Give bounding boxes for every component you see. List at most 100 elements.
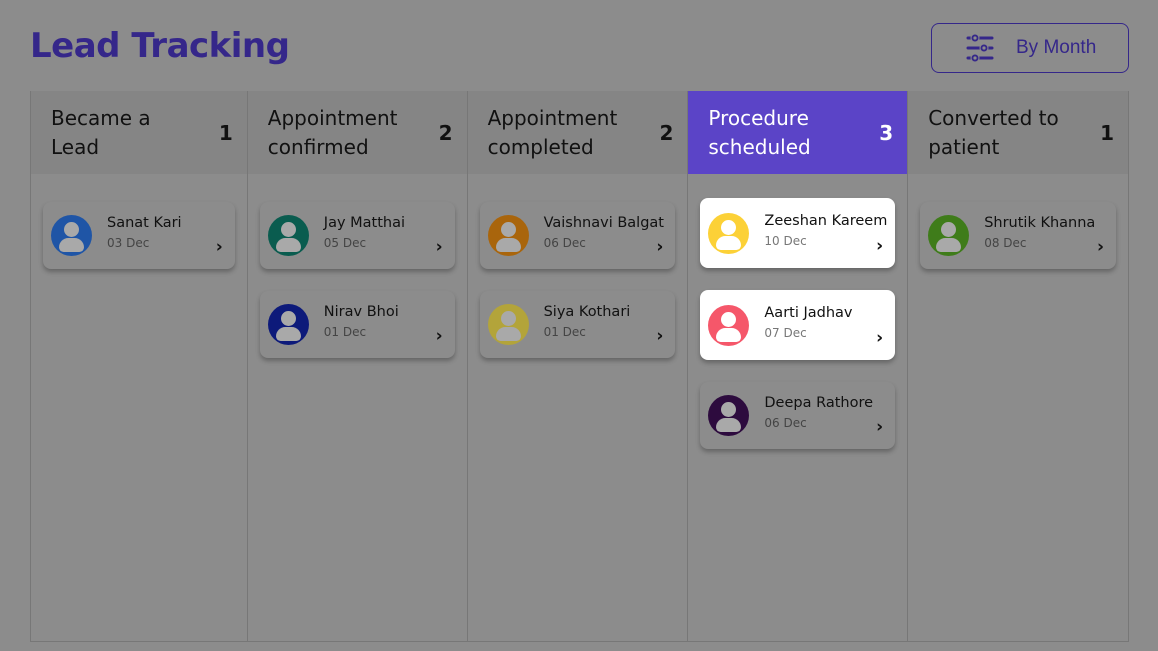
avatar-body (275, 327, 301, 341)
column-appointment-completed: Appointment completed 2 Vaishnavi Balgat 06… (467, 91, 689, 641)
chevron-right-icon[interactable]: › (876, 236, 883, 256)
lead-card[interactable]: Sanat Kari 03 Dec › (43, 202, 235, 269)
lead-card[interactable]: Zeeshan Kareem 10 Dec › (700, 198, 896, 268)
filter-by-month-button[interactable]: By Month (931, 23, 1129, 73)
avatar-head (721, 402, 737, 417)
avatar-body (936, 238, 962, 252)
lead-name: Siya Kothari (543, 304, 631, 320)
lead-name: Jay Matthai (323, 215, 406, 231)
card-list: Sanat Kari 03 Dec › (31, 174, 247, 269)
avatar-body (716, 235, 742, 250)
chevron-right-icon[interactable]: › (656, 237, 663, 257)
avatar-user-icon (708, 212, 750, 254)
chevron-right-icon[interactable]: › (876, 328, 883, 348)
lead-info: Deepa Rathore 06 Dec (764, 395, 873, 430)
card-list: Vaishnavi Balgat 06 Dec › Siya Kothari 01 De… (468, 174, 688, 358)
avatar-body (59, 238, 84, 252)
lead-card[interactable]: Siya Kothari 01 Dec › (479, 291, 676, 358)
column-appointment-confirmed: Appointment confirmed 2 Jay Matthai 05 Dec ›… (247, 91, 468, 641)
column-count-badge: 2 (438, 120, 453, 145)
column-title: Appointment confirmed (267, 105, 398, 159)
lead-date: 06 Dec (764, 416, 807, 430)
lead-date: 07 Dec (764, 325, 807, 340)
lead-date: 01 Dec (323, 325, 367, 339)
lead-info: Sanat Kari 03 Dec (107, 215, 182, 250)
avatar-user-icon (51, 215, 92, 256)
avatar-head (721, 219, 737, 235)
column-count-badge: 2 (659, 120, 674, 145)
lead-card[interactable]: Nirav Bhoi 01 Dec › (259, 291, 455, 358)
avatar-head (280, 311, 296, 326)
avatar-head (500, 311, 516, 326)
avatar-body (716, 327, 742, 342)
avatar-body (495, 238, 521, 252)
chevron-right-icon[interactable]: › (1097, 237, 1104, 257)
column-converted-to-patient: Converted to patient 1 Shrutik Khanna 08 De… (908, 91, 1128, 641)
lead-info: Zeeshan Kareem 10 Dec (764, 213, 887, 248)
column-header[interactable]: Procedure scheduled 3 (688, 91, 908, 174)
column-header[interactable]: Became a Lead 1 (31, 91, 247, 174)
lead-card[interactable]: Jay Matthai 05 Dec › (259, 202, 455, 269)
avatar-head (64, 222, 79, 237)
lead-name: Aarti Jadhav (764, 304, 853, 321)
avatar-user-icon (708, 304, 750, 346)
column-count-badge: 1 (1100, 120, 1114, 145)
column-count-badge: 3 (879, 120, 894, 145)
column-title: Procedure scheduled (708, 105, 811, 159)
lead-name: Nirav Bhoi (323, 304, 399, 320)
kanban-board: Became a Lead 1 Sanat Kari 03 Dec › Appointme… (30, 91, 1129, 642)
column-title: Appointment completed (487, 105, 618, 159)
avatar-user-icon (487, 215, 529, 256)
lead-date: 06 Dec (543, 236, 586, 250)
chevron-right-icon[interactable]: › (436, 326, 443, 346)
lead-card[interactable]: Aarti Jadhav 07 Dec › (700, 290, 896, 360)
lead-name: Zeeshan Kareem (764, 212, 888, 229)
lead-date: 08 Dec (984, 236, 1027, 250)
column-procedure-scheduled: Procedure scheduled 3 Zeeshan Kareem 10 Dec… (688, 91, 909, 641)
lead-date: 10 Dec (764, 233, 807, 248)
avatar-user-icon (267, 304, 309, 345)
avatar-body (716, 418, 742, 432)
lead-name: Deepa Rathore (764, 395, 874, 411)
chevron-right-icon[interactable]: › (656, 326, 663, 346)
lead-card[interactable]: Vaishnavi Balgat 06 Dec › (479, 202, 676, 269)
column-count-badge: 1 (218, 120, 233, 145)
card-list: Shrutik Khanna 08 Dec › (908, 174, 1128, 269)
chevron-right-icon[interactable]: › (436, 237, 443, 257)
avatar-head (941, 222, 957, 237)
lead-info: Jay Matthai 05 Dec (324, 215, 405, 250)
lead-date: 03 Dec (107, 236, 150, 250)
sliders-icon (966, 33, 994, 63)
avatar-body (275, 238, 301, 252)
lead-name: Sanat Kari (107, 215, 182, 231)
lead-name: Vaishnavi Balgat (543, 215, 664, 231)
card-list: Jay Matthai 05 Dec › Nirav Bhoi 01 Dec › (248, 174, 467, 358)
lead-info: Nirav Bhoi 01 Dec (324, 304, 399, 339)
avatar-user-icon (267, 215, 309, 256)
column-header[interactable]: Appointment completed 2 (467, 91, 688, 174)
chevron-right-icon[interactable]: › (216, 237, 223, 257)
lead-info: Vaishnavi Balgat 06 Dec (544, 215, 664, 250)
column-header[interactable]: Appointment confirmed 2 (247, 91, 467, 174)
column-became-a-lead: Became a Lead 1 Sanat Kari 03 Dec › (31, 91, 248, 641)
avatar-body (495, 327, 521, 341)
avatar-head (280, 222, 296, 237)
lead-date: 05 Dec (323, 236, 367, 250)
avatar-head (500, 222, 516, 237)
chevron-right-icon[interactable]: › (876, 417, 883, 437)
page-title: Lead Tracking (30, 26, 290, 66)
lead-info: Shrutik Khanna 08 Dec (984, 215, 1095, 250)
lead-info: Siya Kothari 01 Dec (544, 304, 631, 339)
column-header[interactable]: Converted to patient 1 (908, 91, 1128, 174)
column-title: Became a Lead (51, 105, 151, 159)
lead-date: 01 Dec (543, 325, 586, 339)
column-title: Converted to patient (928, 105, 1059, 159)
card-list: Zeeshan Kareem 10 Dec › Aarti Jadhav 07 Dec ›… (688, 174, 907, 449)
lead-name: Shrutik Khanna (984, 215, 1096, 231)
lead-card[interactable]: Shrutik Khanna 08 Dec › (920, 202, 1116, 269)
lead-card[interactable]: Deepa Rathore 06 Dec › (700, 382, 896, 449)
avatar-user-icon (487, 304, 529, 345)
avatar-user-icon (708, 395, 750, 436)
lead-info: Aarti Jadhav 07 Dec (764, 305, 852, 340)
avatar-user-icon (928, 215, 970, 256)
